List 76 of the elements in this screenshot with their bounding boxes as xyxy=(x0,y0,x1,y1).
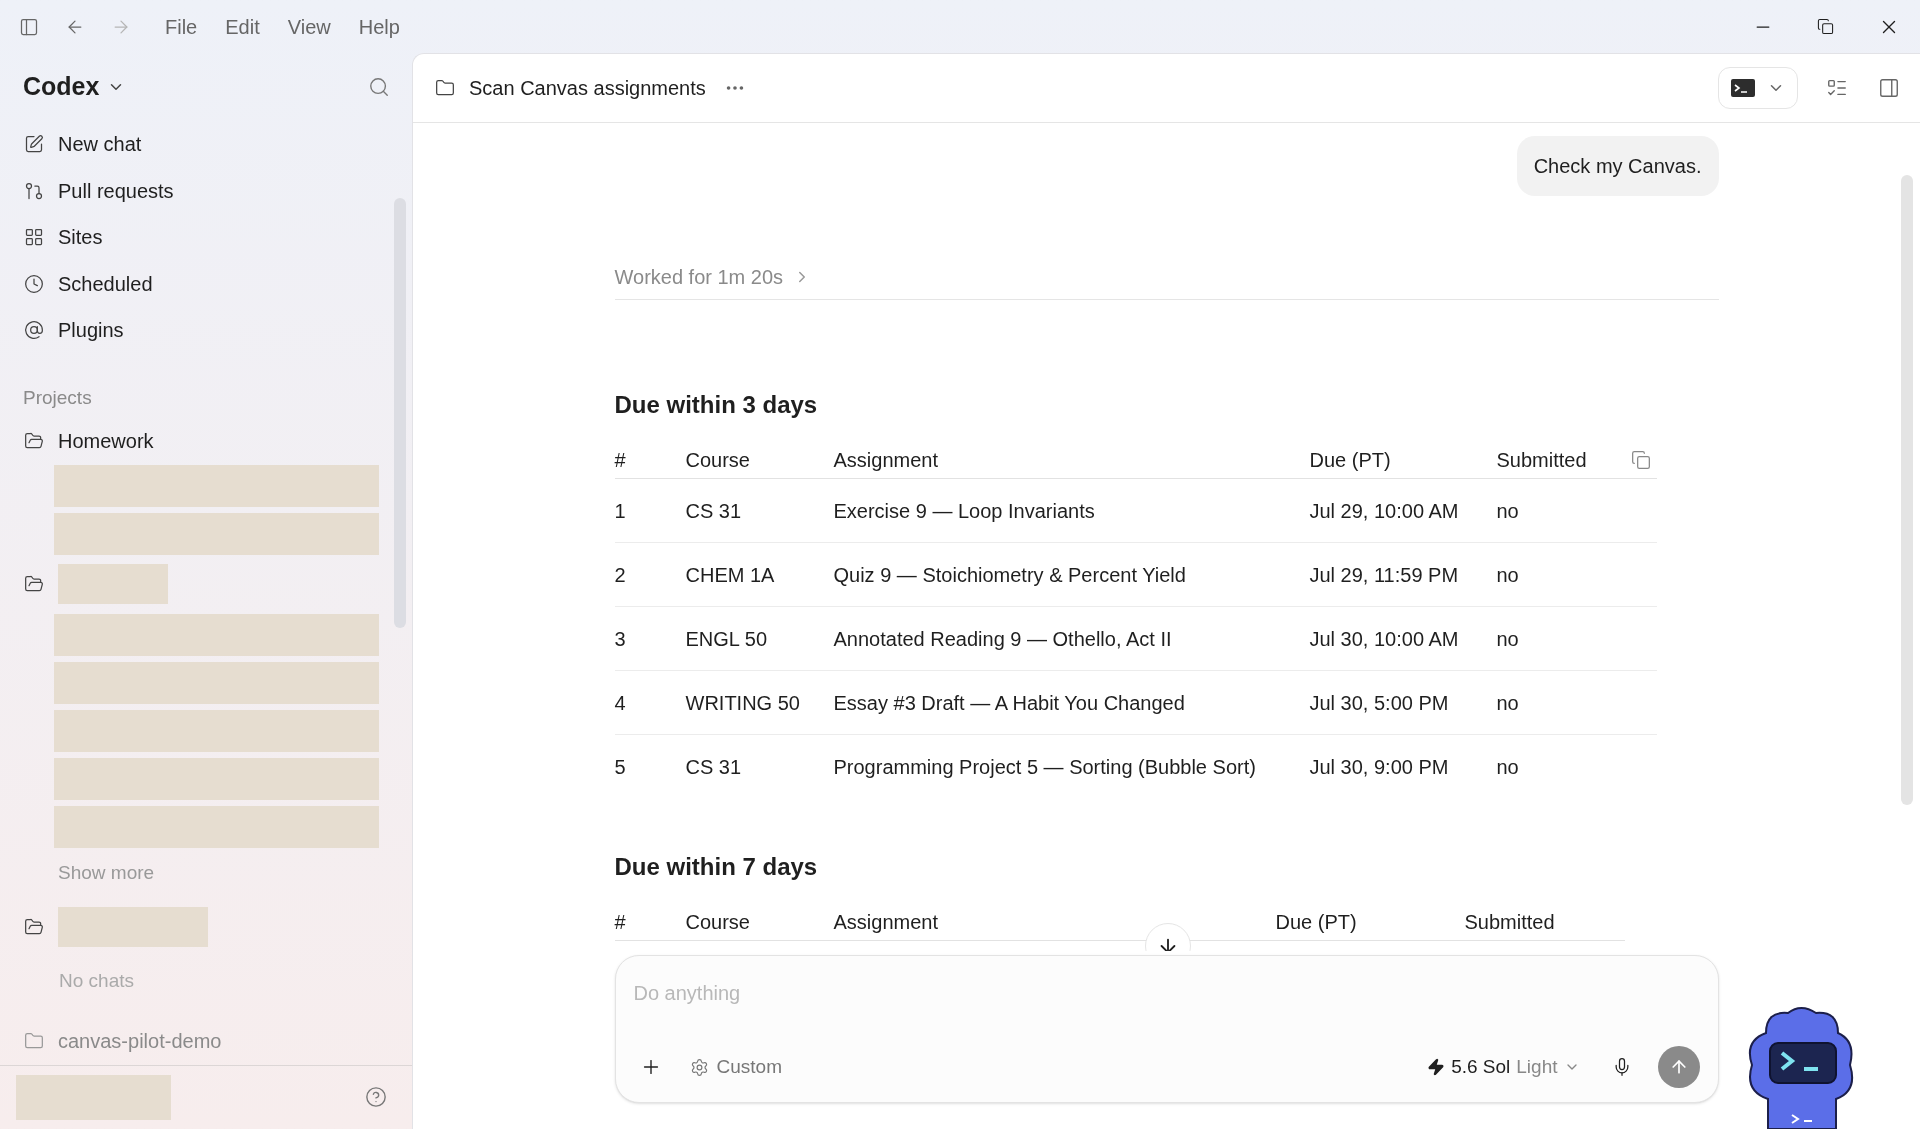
table-cell-text: 3 xyxy=(614,626,627,652)
column-header: Submitted xyxy=(1496,447,1588,473)
section-label: Projects xyxy=(23,385,92,410)
table-cell-text: Quiz 9 — Stoichiometry & Percent Yield xyxy=(833,562,1187,588)
send-button[interactable] xyxy=(1657,1046,1700,1088)
restore-icon[interactable] xyxy=(1817,18,1834,35)
table-cell-text: Jul 29, 11:59 PM xyxy=(1309,562,1460,588)
column-header: Course xyxy=(685,909,751,935)
table-cell-text: no xyxy=(1496,562,1520,588)
column-header: Assignment xyxy=(833,447,939,473)
user-message: Check my Canvas. xyxy=(1516,136,1719,196)
grid-icon xyxy=(24,227,44,248)
terminal-dropdown[interactable] xyxy=(1718,67,1798,109)
nav-item[interactable]: New chat xyxy=(58,129,142,160)
menu-item[interactable]: View xyxy=(287,11,331,42)
table-cell-text: Exercise 9 — Loop Invariants xyxy=(833,498,1096,524)
menu-item[interactable]: File xyxy=(165,11,198,42)
table-cell-text: CS 31 xyxy=(685,498,743,524)
table-cell-text: no xyxy=(1496,498,1520,524)
pull-request-icon xyxy=(24,180,44,201)
at-sign-icon xyxy=(24,320,44,341)
table-cell-text: Jul 30, 5:00 PM xyxy=(1309,690,1450,716)
table-cell-text: ENGL 50 xyxy=(685,626,769,652)
nav-item[interactable]: Sites xyxy=(58,222,103,253)
nav-item[interactable]: Plugins xyxy=(58,315,124,346)
table-cell-text: no xyxy=(1496,690,1520,716)
sidebar-toggle-icon[interactable] xyxy=(19,16,39,37)
table-cell-text: Annotated Reading 9 — Othello, Act II xyxy=(833,626,1173,652)
model-selector[interactable]: 5.6 Sol Light xyxy=(1427,1052,1580,1082)
table-cell-text: 1 xyxy=(614,498,627,524)
table-cell-text: 2 xyxy=(614,562,627,588)
table-cell-text: WRITING 50 xyxy=(685,690,801,716)
table-cell-text: CHEM 1A xyxy=(685,562,776,588)
folder-icon xyxy=(24,1030,44,1051)
lightning-icon xyxy=(1427,1058,1446,1076)
search-icon[interactable] xyxy=(368,75,390,98)
help-icon[interactable] xyxy=(365,1086,387,1109)
clock-icon xyxy=(24,273,44,294)
menu-item[interactable]: Help xyxy=(358,11,400,42)
composer[interactable]: Do anything Custom 5.6 Sol Light xyxy=(614,955,1719,1103)
column-header: Course xyxy=(685,447,751,473)
mode-selector[interactable]: Custom xyxy=(689,1052,782,1082)
folder-icon xyxy=(435,78,455,98)
project-name[interactable]: Homework xyxy=(58,425,154,456)
nav-item[interactable]: Scheduled xyxy=(58,268,153,299)
table-cell-text: CS 31 xyxy=(685,755,743,780)
folder-icon xyxy=(24,430,44,451)
table-cell-text: 4 xyxy=(614,690,627,716)
column-header: # xyxy=(614,447,627,473)
table-cell-text: no xyxy=(1496,755,1520,780)
section-heading: Due within 7 days xyxy=(614,852,819,882)
column-header: Due (PT) xyxy=(1309,447,1392,473)
column-header: # xyxy=(614,909,627,935)
thread-title: Scan Canvas assignments xyxy=(469,76,706,101)
column-header: Submitted xyxy=(1464,909,1556,935)
column-header: Due (PT) xyxy=(1275,909,1358,935)
gear-icon xyxy=(689,1057,709,1077)
app-title[interactable]: Codex xyxy=(23,68,100,106)
table-cell-text: Programming Project 5 — Sorting (Bubble Sort) xyxy=(833,755,1257,780)
right-panel-icon[interactable] xyxy=(1878,77,1900,99)
nav-item[interactable]: Pull requests xyxy=(58,175,174,206)
table-cell-text: 5 xyxy=(614,755,627,780)
table-cell-text: Jul 29, 10:00 AM xyxy=(1309,498,1460,524)
scrollbar-thumb[interactable] xyxy=(1901,175,1913,805)
menu-item[interactable]: Edit xyxy=(225,11,260,42)
table-cell-text: Essay #3 Draft — A Habit You Changed xyxy=(833,690,1186,716)
column-header: Assignment xyxy=(833,909,939,935)
empty-text: No chats xyxy=(59,968,134,993)
copy-icon[interactable] xyxy=(1630,449,1651,470)
terminal-icon xyxy=(1731,79,1755,97)
table-cell-text: Jul 30, 10:00 AM xyxy=(1309,626,1460,652)
scrollbar-thumb[interactable] xyxy=(394,198,406,628)
section-heading: Due within 3 days xyxy=(614,390,819,420)
pencil-square-icon xyxy=(24,134,44,155)
table-cell-text: Jul 30, 9:00 PM xyxy=(1309,755,1450,780)
table-cell-text: no xyxy=(1496,626,1520,652)
